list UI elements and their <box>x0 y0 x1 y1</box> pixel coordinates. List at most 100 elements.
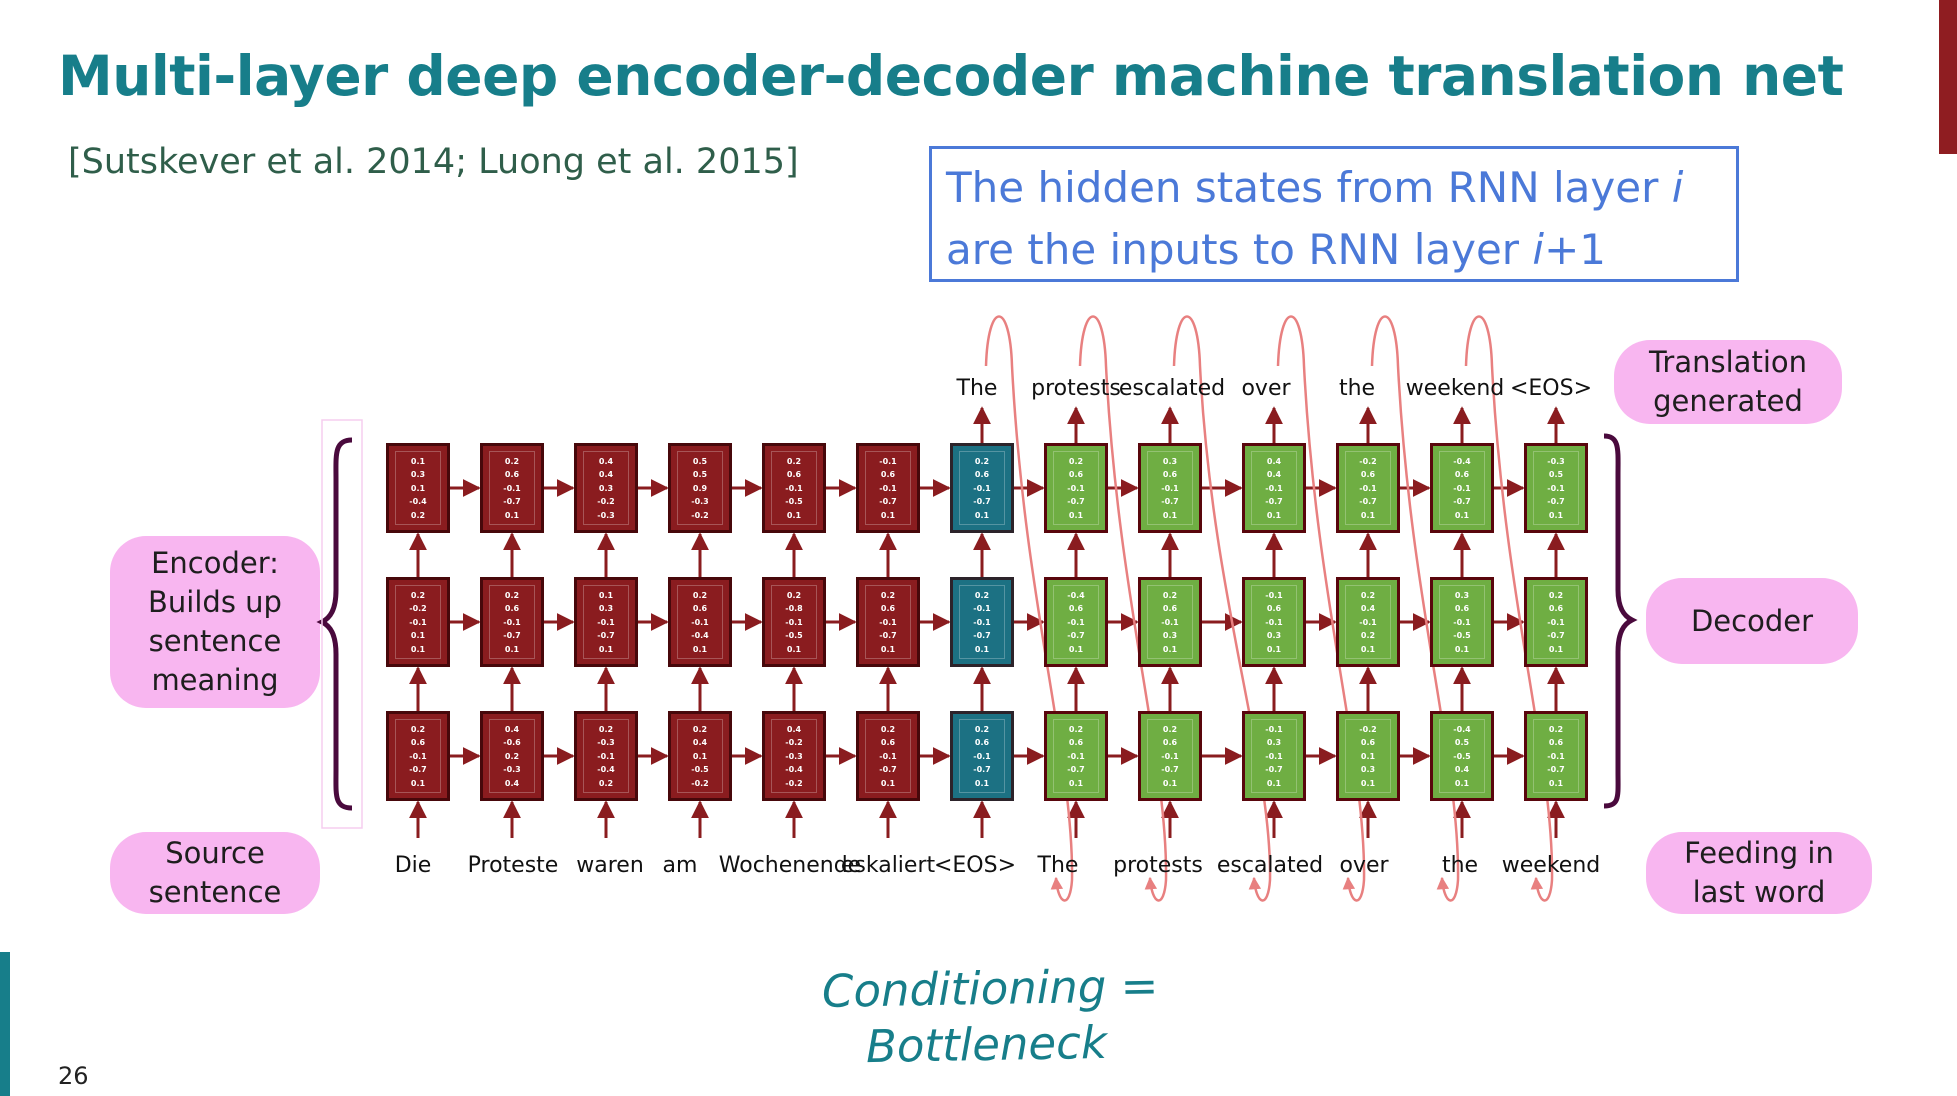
vector-value: 0.6 <box>974 470 990 479</box>
rnn-cell: -0.2 0.6 -0.1 -0.7 0.1 <box>1336 443 1400 533</box>
source-word: Wochenende <box>718 853 862 878</box>
rnn-cell: -0.4 0.6 -0.1 -0.7 0.1 <box>1430 443 1494 533</box>
vector-value: 0.1 <box>410 456 426 466</box>
vector-value: 0.1 <box>1454 510 1470 520</box>
vector-value: -0.4 <box>1453 724 1471 734</box>
rnn-cell: 0.2 0.6 -0.1 -0.7 0.1 <box>856 711 920 801</box>
vector-value: -0.1 <box>597 617 615 627</box>
vector-value: 0.1 <box>410 644 426 654</box>
vector-value: -0.4 <box>1067 590 1085 600</box>
vector-value: -0.1 <box>409 751 427 761</box>
vector-value: 0.1 <box>410 483 426 493</box>
hidden-state-vector: 0.2 0.4 0.1 -0.5 -0.2 <box>677 719 723 793</box>
vector-value: 0.1 <box>1548 644 1564 654</box>
vector-value: -0.2 <box>691 510 709 520</box>
hidden-state-vector: 0.2 0.6 -0.1 -0.7 0.1 <box>1053 451 1099 525</box>
vector-value: 0.1 <box>1360 644 1376 654</box>
output-word: The <box>956 376 998 401</box>
vector-value: 0.6 <box>1068 738 1084 747</box>
vector-value: 0.1 <box>692 644 708 654</box>
rnn-cell: 0.2 -0.2 -0.1 0.1 0.1 <box>386 577 450 667</box>
hidden-state-vector: 0.2 0.6 -0.1 -0.7 0.1 <box>1147 719 1193 793</box>
output-word: weekend <box>1405 376 1505 401</box>
vector-value: -0.2 <box>597 497 615 506</box>
vector-value: 0.2 <box>410 510 426 520</box>
vector-value: -0.7 <box>1547 765 1565 774</box>
vector-value: 0.1 <box>974 644 990 654</box>
vector-value: 0.3 <box>598 604 614 613</box>
vector-value: -0.1 <box>1265 617 1283 627</box>
rnn-cell: 0.2 0.6 -0.1 -0.4 0.1 <box>668 577 732 667</box>
vector-value: 0.3 <box>1266 738 1282 747</box>
rnn-cell: 0.2 0.6 -0.1 -0.7 0.1 <box>386 711 450 801</box>
source-word: Die <box>394 853 432 878</box>
vector-value: -0.2 <box>409 604 427 613</box>
rnn-cell: 0.2 0.6 -0.1 -0.7 0.1 <box>480 577 544 667</box>
rnn-cell: 0.3 0.6 -0.1 -0.7 0.1 <box>1138 443 1202 533</box>
rnn-cell: -0.1 0.6 -0.1 0.3 0.1 <box>1242 577 1306 667</box>
vector-value: -0.7 <box>1161 497 1179 506</box>
vector-value: 0.1 <box>1068 510 1084 520</box>
hidden-state-vector: 0.2 0.6 -0.1 -0.7 0.1 <box>959 451 1005 525</box>
vector-value: -0.2 <box>785 778 803 788</box>
vector-value: -0.7 <box>1265 765 1283 774</box>
rnn-cell: -0.3 0.5 -0.1 -0.7 0.1 <box>1524 443 1588 533</box>
vector-value: 0.1 <box>786 644 802 654</box>
vector-value: -0.3 <box>1547 456 1565 466</box>
vector-value: -0.2 <box>1359 456 1377 466</box>
vector-value: -0.1 <box>597 751 615 761</box>
rnn-cell: -0.4 0.5 -0.5 0.4 0.1 <box>1430 711 1494 801</box>
vector-value: -0.7 <box>1453 497 1471 506</box>
vector-value: -0.7 <box>1067 631 1085 640</box>
vector-value: -0.2 <box>785 738 803 747</box>
vector-value: 0.2 <box>504 751 520 761</box>
source-word: the <box>1441 853 1479 878</box>
vector-value: -0.7 <box>1359 497 1377 506</box>
hidden-state-vector: -0.1 0.6 -0.1 0.3 0.1 <box>1251 585 1297 659</box>
vector-value: 0.6 <box>974 738 990 747</box>
source-word: escalated <box>1216 853 1324 878</box>
vector-value: 0.1 <box>1162 510 1178 520</box>
vector-value: 0.4 <box>504 724 520 734</box>
output-word: <EOS> <box>1509 376 1593 401</box>
vector-value: -0.1 <box>973 483 991 493</box>
vector-value: 0.1 <box>598 590 614 600</box>
vector-value: 0.1 <box>1548 778 1564 788</box>
vector-value: 0.1 <box>1068 644 1084 654</box>
vector-value: -0.7 <box>1067 765 1085 774</box>
rnn-cell: 0.2 -0.1 -0.1 -0.7 0.1 <box>950 577 1014 667</box>
vector-value: 0.6 <box>880 738 896 747</box>
vector-value: -0.1 <box>1067 751 1085 761</box>
vector-value: 0.1 <box>1266 778 1282 788</box>
vector-value: 0.4 <box>1266 470 1282 479</box>
vector-value: 0.6 <box>1360 470 1376 479</box>
rnn-cell: 0.2 0.6 -0.1 -0.7 0.1 <box>950 443 1014 533</box>
vector-value: 0.5 <box>1454 738 1470 747</box>
vector-value: -0.3 <box>691 497 709 506</box>
vector-value: 0.3 <box>1454 590 1470 600</box>
source-word: am <box>662 853 698 878</box>
rnn-cell: 0.4 0.4 -0.1 -0.7 0.1 <box>1242 443 1306 533</box>
rnn-cell: 0.2 0.6 -0.1 -0.7 0.1 <box>1044 711 1108 801</box>
vector-value: -0.1 <box>879 751 897 761</box>
vector-value: 0.2 <box>1548 724 1564 734</box>
vector-value: -0.1 <box>1161 617 1179 627</box>
vector-value: 0.2 <box>786 590 802 600</box>
vector-value: 0.2 <box>974 724 990 734</box>
vector-value: -0.7 <box>409 765 427 774</box>
vector-value: 0.1 <box>504 644 520 654</box>
vector-value: -0.7 <box>1161 765 1179 774</box>
vector-value: -0.4 <box>1453 456 1471 466</box>
hidden-state-vector: 0.2 0.4 -0.1 0.2 0.1 <box>1345 585 1391 659</box>
vector-value: -0.1 <box>1547 751 1565 761</box>
rnn-cell: 0.5 0.5 0.9 -0.3 -0.2 <box>668 443 732 533</box>
vector-value: -0.7 <box>1265 497 1283 506</box>
vector-value: 0.4 <box>1360 604 1376 613</box>
vector-value: 0.6 <box>880 604 896 613</box>
source-word: waren <box>576 853 644 878</box>
vector-value: 0.2 <box>974 456 990 466</box>
vector-value: -0.1 <box>973 617 991 627</box>
hidden-state-vector: 0.2 0.6 -0.1 -0.5 0.1 <box>771 451 817 525</box>
output-word: over <box>1241 376 1291 401</box>
vector-value: -0.1 <box>1067 617 1085 627</box>
